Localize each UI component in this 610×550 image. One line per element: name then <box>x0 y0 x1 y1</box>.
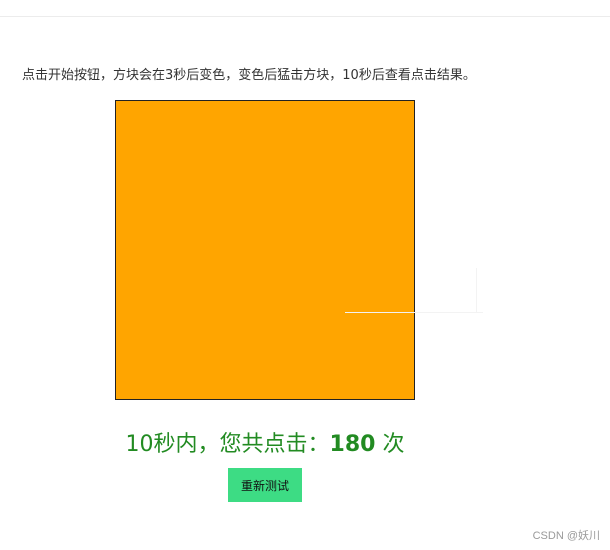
top-divider <box>0 16 610 17</box>
retest-button[interactable]: 重新测试 <box>228 468 302 502</box>
click-count: 180 <box>329 432 376 457</box>
faint-divider-vertical <box>476 268 477 312</box>
result-summary: 10秒内，您共点击：180 次 <box>0 426 530 458</box>
click-target-square[interactable] <box>115 100 415 400</box>
result-suffix: 次 <box>375 432 405 457</box>
csdn-watermark: CSDN @妖川 <box>532 530 600 542</box>
faint-divider-horizontal <box>345 312 483 313</box>
result-prefix: 10秒内，您共点击： <box>125 432 330 457</box>
instructions-text: 点击开始按钮，方块会在3秒后变色，变色后猛击方块，10秒后查看点击结果。 <box>22 68 476 83</box>
